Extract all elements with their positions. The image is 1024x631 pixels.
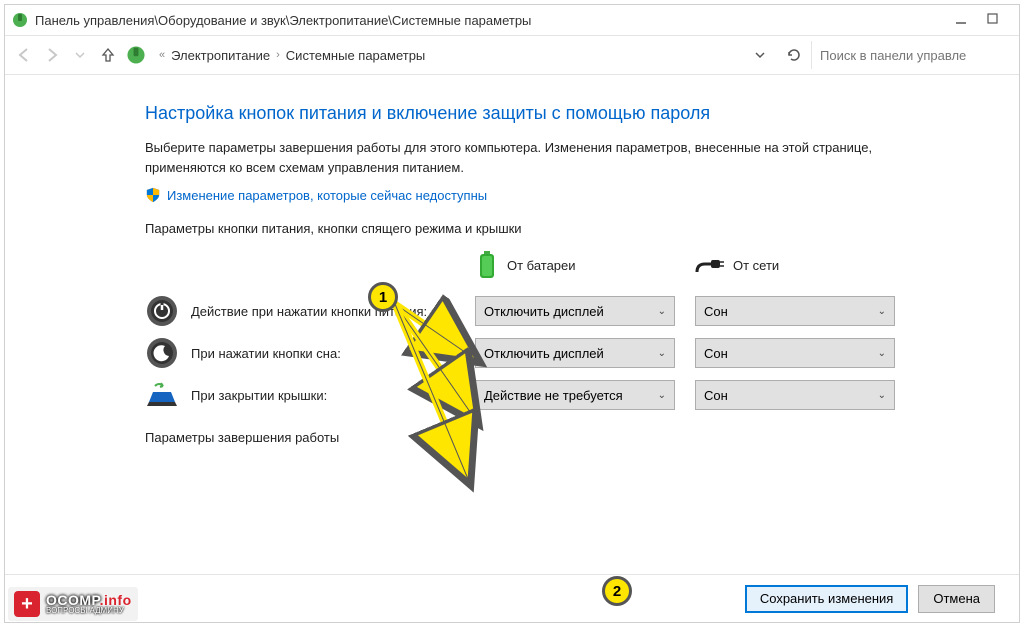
content-area: Настройка кнопок питания и включение защ… <box>5 75 1019 574</box>
page-heading: Настройка кнопок питания и включение защ… <box>145 103 989 124</box>
laptop-lid-icon <box>145 378 179 412</box>
page-description: Выберите параметры завершения работы для… <box>145 138 945 177</box>
sleep-button-plugged-dropdown[interactable]: Сон ⌄ <box>695 338 895 368</box>
row-power-button: Действие при нажатии кнопки питания: <box>145 294 455 328</box>
change-unavailable-settings-link[interactable]: Изменение параметров, которые сейчас нед… <box>167 188 487 203</box>
column-battery: От батареи <box>475 250 675 286</box>
sleep-button-battery-dropdown[interactable]: Отключить дисплей ⌄ <box>475 338 675 368</box>
dropdown-value: Отключить дисплей <box>484 346 604 361</box>
dropdown-value: Сон <box>704 346 728 361</box>
power-button-plugged-dropdown[interactable]: Сон ⌄ <box>695 296 895 326</box>
uac-link-row: Изменение параметров, которые сейчас нед… <box>145 187 989 203</box>
footer: Сохранить изменения Отмена <box>5 574 1019 622</box>
watermark-plus-icon: + <box>14 591 40 617</box>
window-controls <box>955 13 1013 27</box>
column-battery-label: От батареи <box>507 258 576 273</box>
breadcrumb[interactable]: « Электропитание › Системные параметры <box>153 44 777 67</box>
breadcrumb-level-1[interactable]: Электропитание <box>171 48 270 63</box>
window-title: Панель управления\Оборудование и звук\Эл… <box>35 13 531 28</box>
breadcrumb-dropdown-icon[interactable] <box>755 50 765 60</box>
up-button[interactable] <box>97 44 119 66</box>
minimize-button[interactable] <box>955 13 969 27</box>
navigation-bar: « Электропитание › Системные параметры <box>5 35 1019 75</box>
row-sleep-button: При нажатии кнопки сна: <box>145 336 455 370</box>
chevron-down-icon: ⌄ <box>878 390 886 401</box>
chevron-down-icon: ⌄ <box>658 348 666 359</box>
refresh-button[interactable] <box>783 44 805 66</box>
lid-close-plugged-dropdown[interactable]: Сон ⌄ <box>695 380 895 410</box>
titlebar: Панель управления\Оборудование и звук\Эл… <box>5 5 1019 35</box>
row-lid-close-label: При закрытии крышки: <box>191 388 327 403</box>
column-plugged: От сети <box>695 254 895 282</box>
column-plugged-label: От сети <box>733 258 779 273</box>
cancel-button[interactable]: Отмена <box>918 585 995 613</box>
forward-button[interactable] <box>41 44 63 66</box>
power-settings-grid: От батареи От сети Действие при нажатии … <box>145 250 989 412</box>
search-box[interactable] <box>811 41 1011 69</box>
section-shutdown-label: Параметры завершения работы <box>145 430 989 445</box>
dropdown-value: Сон <box>704 388 728 403</box>
chevron-down-icon: ⌄ <box>658 390 666 401</box>
recent-locations-button[interactable] <box>69 44 91 66</box>
breadcrumb-level-2[interactable]: Системные параметры <box>286 48 425 63</box>
row-sleep-button-label: При нажатии кнопки сна: <box>191 346 341 361</box>
dropdown-value: Отключить дисплей <box>484 304 604 319</box>
sleep-button-icon <box>145 336 179 370</box>
watermark: + OCOMP.info ВОПРОСЫ АДМИНУ <box>8 587 138 621</box>
row-power-button-label: Действие при нажатии кнопки питания: <box>191 304 427 319</box>
maximize-button[interactable] <box>987 13 1001 27</box>
control-panel-window: Панель управления\Оборудование и звук\Эл… <box>4 4 1020 623</box>
chevron-down-icon: ⌄ <box>658 306 666 317</box>
power-button-icon <box>145 294 179 328</box>
chevron-right-icon: « <box>159 49 165 61</box>
power-button-battery-dropdown[interactable]: Отключить дисплей ⌄ <box>475 296 675 326</box>
save-button[interactable]: Сохранить изменения <box>745 585 909 613</box>
location-icon <box>125 44 147 66</box>
battery-icon <box>475 250 499 280</box>
dropdown-value: Сон <box>704 304 728 319</box>
back-button[interactable] <box>13 44 35 66</box>
power-plan-icon <box>11 11 29 29</box>
row-lid-close: При закрытии крышки: <box>145 378 455 412</box>
chevron-down-icon: ⌄ <box>878 306 886 317</box>
dropdown-value: Действие не требуется <box>484 388 623 403</box>
uac-shield-icon <box>145 187 161 203</box>
plug-icon <box>695 254 725 276</box>
chevron-down-icon: ⌄ <box>878 348 886 359</box>
section-buttons-label: Параметры кнопки питания, кнопки спящего… <box>145 221 989 236</box>
chevron-right-icon: › <box>276 49 280 61</box>
search-input[interactable] <box>820 48 1003 63</box>
lid-close-battery-dropdown[interactable]: Действие не требуется ⌄ <box>475 380 675 410</box>
